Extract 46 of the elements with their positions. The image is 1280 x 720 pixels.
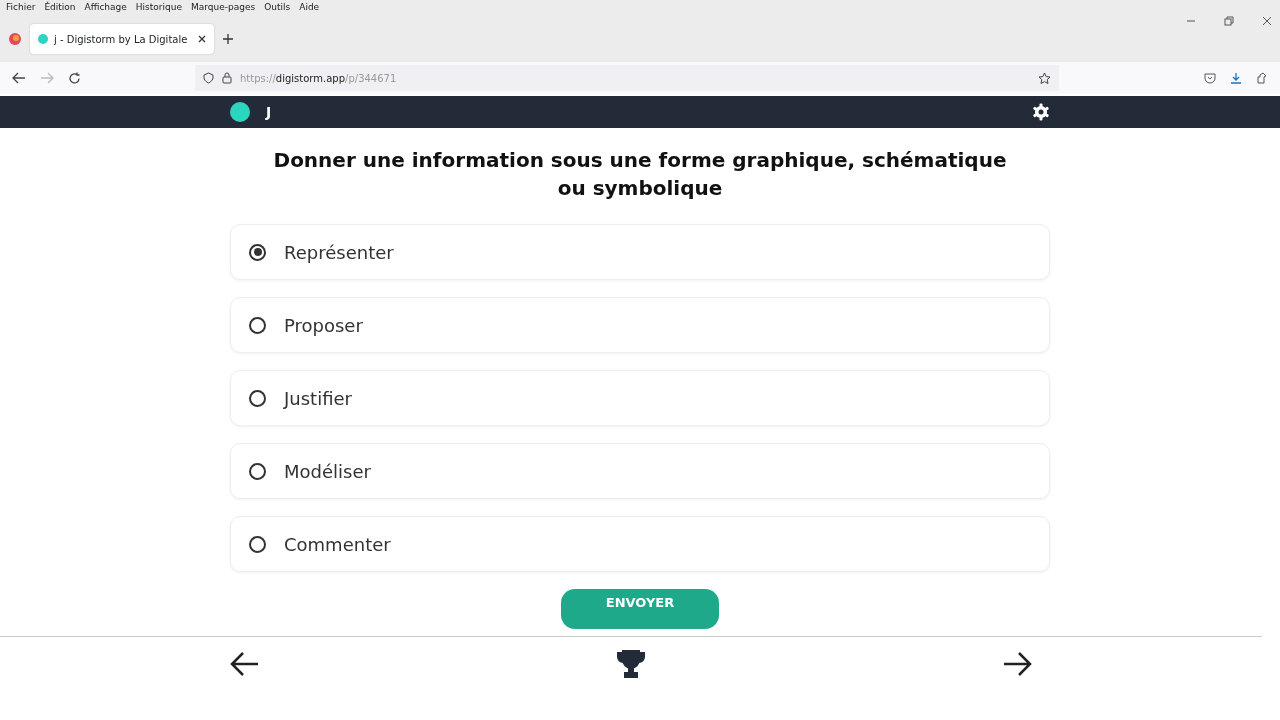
answer-option[interactable]: Commenter xyxy=(230,516,1050,572)
browser-tab[interactable]: j - Digistorm by La Digitale xyxy=(30,24,214,54)
question-title: Donner une information sous une forme graphique, schématique ou symbolique xyxy=(272,147,1008,202)
option-label: Proposer xyxy=(284,313,363,338)
shield-icon xyxy=(203,72,214,84)
radio-button[interactable] xyxy=(249,243,266,261)
restore-icon[interactable] xyxy=(1224,16,1234,26)
back-arrow-icon[interactable] xyxy=(230,650,260,677)
menu-item[interactable]: Édition xyxy=(44,1,76,15)
radio-button[interactable] xyxy=(249,462,266,480)
close-icon[interactable] xyxy=(1262,16,1272,26)
download-icon[interactable] xyxy=(1230,72,1242,84)
back-icon[interactable] xyxy=(12,72,26,84)
trophy-icon[interactable] xyxy=(615,647,647,680)
option-label: Représenter xyxy=(284,240,394,265)
answer-option[interactable]: Justifier xyxy=(230,370,1050,426)
reload-icon[interactable] xyxy=(68,71,81,85)
answer-option[interactable]: Représenter xyxy=(230,224,1050,280)
user-name: J xyxy=(266,102,272,122)
extensions-icon[interactable] xyxy=(1256,72,1268,84)
browser-logo-icon[interactable] xyxy=(8,32,22,46)
option-label: Modéliser xyxy=(284,459,371,484)
option-label: Justifier xyxy=(284,386,352,411)
new-tab-icon[interactable] xyxy=(222,33,234,45)
menu-item[interactable]: Historique xyxy=(135,1,182,15)
menu-item[interactable]: Marque-pages xyxy=(191,1,256,15)
answer-option[interactable]: Modéliser xyxy=(230,443,1050,499)
lock-icon xyxy=(222,72,232,84)
answer-option[interactable]: Proposer xyxy=(230,297,1050,353)
radio-button[interactable] xyxy=(249,535,266,553)
radio-button[interactable] xyxy=(249,316,266,334)
menu-item[interactable]: Affichage xyxy=(84,1,127,15)
menu-item[interactable]: Outils xyxy=(264,1,291,15)
menu-item[interactable]: Aide xyxy=(299,1,320,15)
pocket-icon[interactable] xyxy=(1204,72,1216,84)
url-text: https://digistorm.app/p/344671 xyxy=(240,71,397,86)
favicon-icon xyxy=(38,34,48,44)
user-avatar-icon xyxy=(230,102,250,122)
address-bar[interactable]: https://digistorm.app/p/344671 xyxy=(195,65,1059,91)
star-icon[interactable] xyxy=(1038,71,1051,85)
radio-button[interactable] xyxy=(249,389,266,407)
close-icon[interactable] xyxy=(198,35,206,43)
option-label: Commenter xyxy=(284,532,391,557)
menu-item[interactable]: Fichier xyxy=(6,1,36,15)
forward-arrow-icon[interactable] xyxy=(1002,650,1032,677)
settings-icon[interactable] xyxy=(1032,103,1050,121)
